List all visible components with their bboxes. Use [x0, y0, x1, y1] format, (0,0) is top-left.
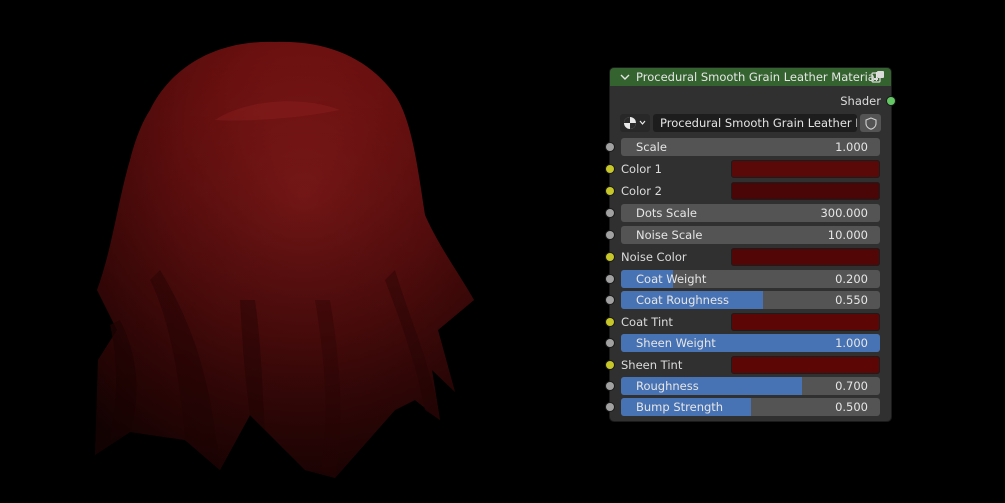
noise-scale-socket[interactable]	[606, 231, 614, 239]
node-title: Procedural Smooth Grain Leather Material	[636, 70, 879, 84]
bump-strength-value: 0.500	[835, 400, 868, 414]
node-group-browse-button[interactable]	[620, 114, 650, 132]
scale-field[interactable]: Scale 1.000	[621, 138, 880, 156]
node-header[interactable]: Procedural Smooth Grain Leather Material	[610, 68, 891, 86]
color-1-swatch[interactable]	[731, 160, 880, 178]
roughness-label: Roughness	[636, 379, 699, 393]
bump-strength-slider[interactable]: Bump Strength 0.500	[621, 398, 880, 416]
coat-roughness-slider[interactable]: Coat Roughness 0.550	[621, 291, 880, 309]
noise-color-swatch[interactable]	[731, 248, 880, 266]
input-row-color-1: Color 1	[606, 160, 891, 178]
sheen-weight-label: Sheen Weight	[636, 336, 716, 350]
sheen-weight-socket[interactable]	[606, 339, 614, 347]
coat-roughness-value: 0.550	[835, 293, 868, 307]
coat-tint-swatch[interactable]	[731, 313, 880, 331]
sheen-tint-socket[interactable]	[606, 361, 614, 369]
noise-color-socket[interactable]	[606, 253, 614, 261]
roughness-value: 0.700	[835, 379, 868, 393]
color-1-socket[interactable]	[606, 165, 614, 173]
input-row-roughness: Roughness 0.700	[606, 377, 891, 395]
scale-label: Scale	[636, 140, 667, 154]
coat-tint-label: Coat Tint	[621, 315, 673, 329]
bump-strength-label: Bump Strength	[636, 400, 724, 414]
input-row-sheen-tint: Sheen Tint	[606, 356, 891, 374]
node-group-icon[interactable]	[871, 70, 885, 84]
sheen-tint-swatch[interactable]	[731, 356, 880, 374]
coat-roughness-socket[interactable]	[606, 296, 614, 304]
noise-scale-value: 10.000	[827, 228, 868, 242]
input-row-color-2: Color 2	[606, 182, 891, 200]
coat-tint-socket[interactable]	[606, 318, 614, 326]
coat-roughness-label: Coat Roughness	[636, 293, 730, 307]
input-row-coat-weight: Coat Weight 0.200	[606, 270, 891, 288]
shader-node[interactable]: Procedural Smooth Grain Leather Material…	[606, 68, 895, 421]
coat-weight-socket[interactable]	[606, 275, 614, 283]
node-group-selector-row: Procedural Smooth Grain Leather M...	[610, 114, 891, 132]
dots-scale-label: Dots Scale	[636, 206, 697, 220]
shader-output-label: Shader	[840, 94, 881, 108]
noise-color-label: Noise Color	[621, 250, 687, 264]
roughness-socket[interactable]	[606, 382, 614, 390]
coat-weight-label: Coat Weight	[636, 272, 707, 286]
color-2-swatch[interactable]	[731, 182, 880, 200]
draped-cloth	[95, 41, 474, 478]
noise-scale-field[interactable]: Noise Scale 10.000	[621, 226, 880, 244]
input-row-bump-strength: Bump Strength 0.500	[606, 398, 891, 416]
node-group-selector: Procedural Smooth Grain Leather M...	[620, 114, 881, 132]
dots-scale-value: 300.000	[820, 206, 868, 220]
shield-icon	[864, 116, 877, 130]
noise-scale-label: Noise Scale	[636, 228, 703, 242]
material-sphere-icon	[624, 117, 646, 129]
shader-output-row: Shader	[610, 92, 895, 110]
coat-weight-slider[interactable]: Coat Weight 0.200	[621, 270, 880, 288]
scale-value: 1.000	[835, 140, 868, 154]
scale-socket[interactable]	[606, 143, 614, 151]
input-row-coat-roughness: Coat Roughness 0.550	[606, 291, 891, 309]
input-row-noise-scale: Noise Scale 10.000	[606, 226, 891, 244]
sheen-weight-slider[interactable]: Sheen Weight 1.000	[621, 334, 880, 352]
fake-user-shield-button[interactable]	[860, 114, 881, 132]
input-row-noise-color: Noise Color	[606, 248, 891, 266]
node-group-name-field[interactable]: Procedural Smooth Grain Leather M...	[653, 114, 857, 132]
sheen-weight-value: 1.000	[835, 336, 868, 350]
chevron-down-icon[interactable]	[620, 73, 632, 81]
input-row-sheen-weight: Sheen Weight 1.000	[606, 334, 891, 352]
input-row-dots-scale: Dots Scale 300.000	[606, 204, 891, 222]
coat-weight-value: 0.200	[835, 272, 868, 286]
sheen-tint-label: Sheen Tint	[621, 358, 683, 372]
bump-strength-socket[interactable]	[606, 403, 614, 411]
color-2-label: Color 2	[621, 184, 662, 198]
dots-scale-field[interactable]: Dots Scale 300.000	[621, 204, 880, 222]
roughness-slider[interactable]: Roughness 0.700	[621, 377, 880, 395]
dots-scale-socket[interactable]	[606, 209, 614, 217]
shader-output-socket[interactable]	[887, 97, 895, 105]
input-row-coat-tint: Coat Tint	[606, 313, 891, 331]
color-1-label: Color 1	[621, 162, 662, 176]
input-row-scale: Scale 1.000	[606, 138, 891, 156]
color-2-socket[interactable]	[606, 187, 614, 195]
